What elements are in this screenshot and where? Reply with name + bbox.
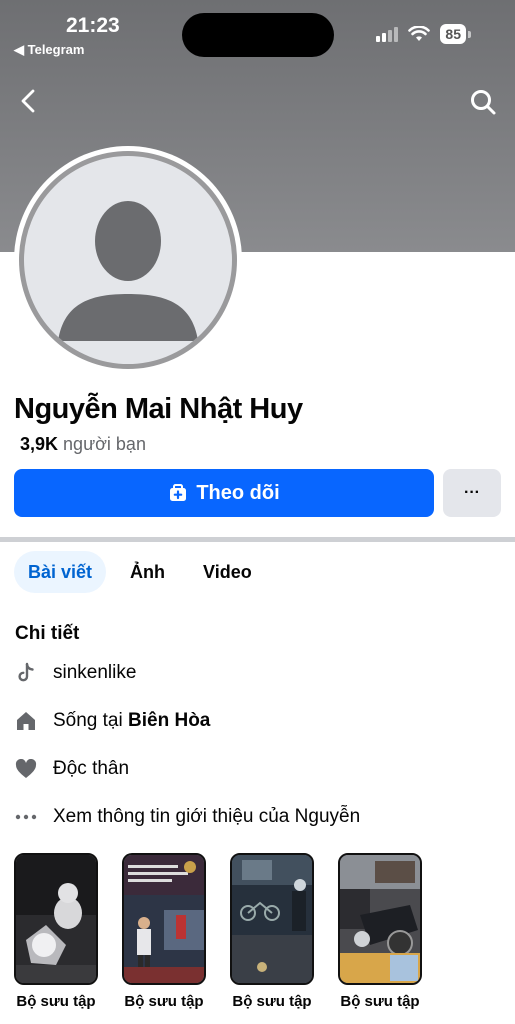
back-arrow-icon[interactable] (14, 86, 44, 116)
relationship-status: Độc thân (53, 758, 130, 779)
collection-label: Bộ sưu tập (232, 993, 312, 1010)
tab-posts[interactable]: Bài viết (14, 551, 107, 593)
lives-in-prefix: Sống tại (53, 710, 123, 731)
heart-icon (14, 757, 38, 781)
collection-item[interactable]: Bộ sưu tập (338, 853, 422, 1011)
detail-lives-in: Sống tại Biên Hòa (14, 709, 210, 733)
battery-indicator: 85 (440, 24, 466, 44)
follow-button-label: Theo dõi (196, 481, 280, 504)
detail-relationship: Độc thân (14, 757, 129, 781)
tiktok-icon (14, 661, 38, 685)
profile-avatar[interactable] (14, 146, 242, 374)
status-time: 21:23 (66, 14, 120, 37)
friends-count[interactable]: 3,9K người bạn (20, 434, 146, 455)
tab-photos[interactable]: Ảnh (116, 551, 179, 593)
detail-tiktok[interactable]: sinkenlike (14, 661, 136, 685)
collection-item[interactable]: Bộ sưu tập (230, 853, 314, 1011)
friends-count-label: người bạn (63, 434, 146, 454)
tab-videos[interactable]: Video (189, 551, 266, 593)
dynamic-island (182, 13, 334, 57)
collection-thumbnail (230, 853, 314, 985)
back-to-app-link[interactable]: ◀ Telegram (14, 42, 84, 58)
lives-in-place[interactable]: Biên Hòa (128, 710, 210, 732)
follow-button[interactable]: Theo dõi (14, 469, 434, 517)
section-divider (0, 537, 515, 542)
friends-count-number: 3,9K (20, 434, 59, 454)
profile-tabs: Bài viết Ảnh Video (14, 551, 266, 593)
home-icon (14, 709, 38, 733)
collection-label: Bộ sưu tập (16, 993, 96, 1010)
default-avatar-icon (19, 151, 237, 369)
see-about-link[interactable]: Xem thông tin giới thiệu của Nguyễn (14, 805, 360, 829)
profile-name: Nguyễn Mai Nhật Huy (14, 393, 303, 425)
follow-icon (170, 484, 187, 501)
details-heading: Chi tiết (15, 623, 80, 644)
see-about-label: Xem thông tin giới thiệu của Nguyễn (53, 806, 361, 827)
featured-collections: Bộ sưu tập Bộ sưu tập Bộ sưu tập Bộ sưu … (14, 853, 422, 1011)
collection-item[interactable]: Bộ sưu tập (14, 853, 98, 1011)
collection-label: Bộ sưu tập (124, 993, 204, 1010)
more-options-button[interactable]: ··· (443, 469, 501, 517)
wifi-icon (408, 26, 431, 41)
collection-thumbnail (338, 853, 422, 985)
search-icon[interactable] (469, 88, 497, 116)
signal-icon (376, 26, 399, 42)
collection-item[interactable]: Bộ sưu tập (122, 853, 206, 1011)
collection-label: Bộ sưu tập (340, 993, 420, 1010)
profile-page: 21:23 ◀ Telegram 85 Nguyễn Mai Nhật Huy … (0, 0, 515, 1024)
status-indicators: 85 (376, 24, 471, 44)
collection-thumbnail (14, 853, 98, 985)
tiktok-username: sinkenlike (53, 662, 137, 683)
collection-thumbnail (122, 853, 206, 985)
battery-tip (468, 30, 471, 38)
more-dots-icon (14, 805, 38, 829)
